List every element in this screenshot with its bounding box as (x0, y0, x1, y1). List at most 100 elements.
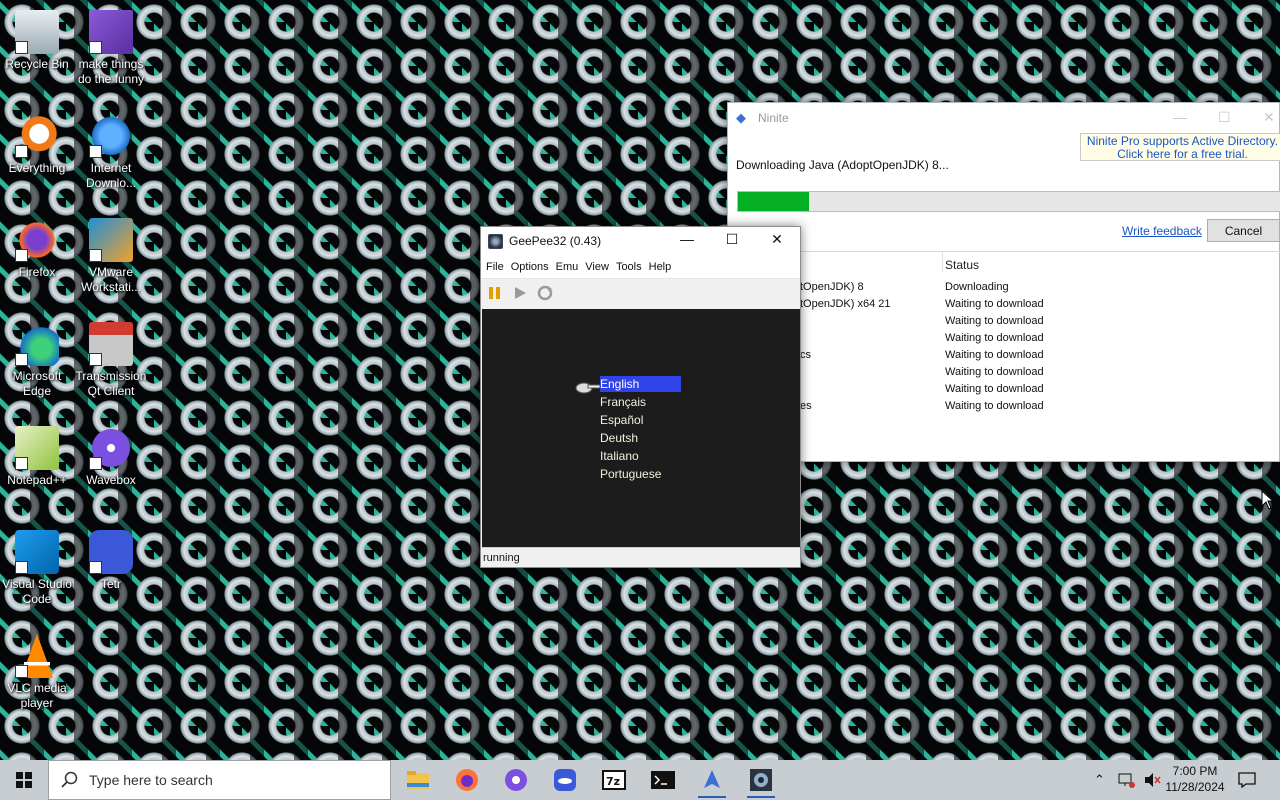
taskbar-geepee32[interactable] (743, 762, 779, 798)
vmware-icon (89, 218, 133, 262)
write-feedback-link[interactable]: Write feedback (1122, 224, 1202, 238)
desktop-icon-firefox[interactable]: Firefox (0, 218, 74, 280)
7zip-icon: 7z (602, 770, 626, 790)
desktop-icon-label: VMware Workstati... (81, 265, 141, 294)
maximize-icon[interactable]: ☐ (1218, 109, 1231, 126)
desktop-icon-everything[interactable]: Everything (0, 114, 74, 176)
language-option-francais[interactable]: Français (600, 394, 720, 410)
desktop-icon-vmware[interactable]: VMware Workstati... (74, 218, 148, 295)
ninite-window[interactable]: ◆ Ninite — ☐ ✕ Ninite Pro supports Activ… (727, 102, 1280, 462)
taskbar-7zip[interactable]: 7z (596, 762, 632, 798)
globe-download-icon (89, 114, 133, 158)
geepee32-window[interactable]: GeePee32 (0.43) — ☐ ✕ File Options Emu V… (480, 226, 801, 568)
ninite-pro-ad[interactable]: Ninite Pro supports Active Directory. Cl… (1080, 133, 1280, 161)
minimize-icon[interactable]: — (672, 231, 702, 247)
download-status-text: Downloading Java (AdoptOpenJDK) 8... (736, 158, 949, 172)
clock-time: 7:00 PM (1172, 764, 1218, 778)
taskbar-file-explorer[interactable] (400, 762, 436, 798)
svg-text:7z: 7z (606, 775, 620, 788)
desktop-icon-vlc[interactable]: VLC media player (0, 634, 74, 711)
taskbar-wavebox[interactable] (498, 762, 534, 798)
desktop-icon-label: Recycle Bin (5, 57, 69, 71)
recycle-bin-icon (15, 10, 59, 54)
language-option-italiano[interactable]: Italiano (600, 448, 720, 464)
desktop-icon-wavebox[interactable]: Wavebox (74, 426, 148, 488)
notification-icon (1238, 772, 1256, 788)
language-option-portuguese[interactable]: Portuguese (600, 466, 720, 482)
desktop-icon-internet-download[interactable]: Internet Downlo... (74, 114, 148, 191)
menu-file[interactable]: File (486, 261, 504, 273)
ninite-titlebar[interactable]: ◆ Ninite (728, 103, 1279, 133)
menu-emu[interactable]: Emu (556, 261, 579, 273)
start-button[interactable] (0, 760, 48, 800)
list-item: Waiting to download (945, 315, 1044, 327)
desktop-icon-tetr[interactable]: Tetr (74, 530, 148, 592)
desktop-icon-label: Tetr (100, 577, 121, 591)
desktop-icon-make-things-do-the-funny[interactable]: make things do the funny (74, 10, 148, 87)
list-item: Waiting to download (945, 332, 1044, 344)
ad-line-2: Click here for a free trial. (1117, 147, 1248, 161)
mouse-cursor-icon (1261, 490, 1273, 510)
vscode-icon (15, 530, 59, 574)
progress-fill (738, 192, 809, 211)
ninite-logo-icon (704, 770, 720, 788)
magnifier-icon (15, 114, 59, 158)
taskbar-firefox[interactable] (449, 762, 485, 798)
menu-options[interactable]: Options (511, 261, 549, 273)
window-title: GeePee32 (0.43) (509, 234, 602, 248)
install-list: Status tOpenJDK) 8 Downloading tOpenJDK) … (736, 251, 1280, 463)
geepee-app-icon (750, 769, 772, 791)
emulator-screen[interactable]: English Français Español Deutsh Italiano… (482, 309, 800, 547)
wavebox-icon (505, 769, 527, 791)
desktop-icon-recycle-bin[interactable]: Recycle Bin (0, 10, 74, 72)
cancel-button[interactable]: Cancel (1207, 219, 1280, 242)
purple-logo-icon (89, 10, 133, 54)
desktop-icon-notepad-plus-plus[interactable]: Notepad++ (0, 426, 74, 488)
menu-help[interactable]: Help (649, 261, 672, 273)
close-icon[interactable]: ✕ (1263, 109, 1275, 126)
status-column-header[interactable]: Status (945, 258, 979, 272)
desktop-icon-label: Everything (8, 161, 66, 175)
desktop-icon-label: Internet Downlo... (85, 161, 137, 190)
list-item: Waiting to download (945, 383, 1044, 395)
language-option-english[interactable]: English (600, 376, 681, 392)
list-item: es Waiting to download (800, 400, 1044, 412)
taskbar-tetr[interactable] (547, 762, 583, 798)
taskbar-clock[interactable]: 7:00 PM 11/28/2024 (1160, 763, 1230, 795)
pointing-hand-icon (575, 382, 600, 394)
reset-button[interactable] (537, 285, 553, 301)
download-progress-bar (737, 191, 1280, 212)
clock-date: 11/28/2024 (1165, 780, 1225, 794)
language-option-espanol[interactable]: Español (600, 412, 720, 428)
geepee-titlebar[interactable]: GeePee32 (0.43) (481, 227, 800, 255)
language-option-deutsh[interactable]: Deutsh (600, 430, 720, 446)
taskbar-search-box[interactable]: Type here to search (48, 760, 391, 800)
menu-tools[interactable]: Tools (616, 261, 642, 273)
pause-button[interactable] (487, 285, 503, 301)
desktop-icon-label: Transmission Qt Client (75, 369, 147, 398)
desktop-icon-transmission[interactable]: Transmission Qt Client (74, 322, 148, 399)
status-bar: running (482, 547, 800, 567)
chevron-up-icon[interactable]: ⌃ (1094, 772, 1105, 788)
desktop-icon-label: Notepad++ (7, 473, 67, 487)
menu-view[interactable]: View (585, 261, 609, 273)
taskbar-ninite[interactable] (694, 762, 730, 798)
desktop-icon-vscode[interactable]: Visual Studio Code (0, 530, 74, 607)
desktop-icon-label: make things do the funny (77, 57, 145, 86)
taskbar-terminal[interactable] (645, 762, 681, 798)
menu-bar: File Options Emu View Tools Help (481, 255, 800, 279)
ninite-logo-icon: ◆ (736, 110, 746, 125)
desktop-icon-microsoft-edge[interactable]: Microsoft Edge (0, 322, 74, 399)
play-icon (515, 287, 526, 299)
close-icon[interactable]: ✕ (762, 231, 792, 248)
desktop-icon-label: Visual Studio Code (2, 577, 72, 606)
transmission-icon (89, 322, 133, 366)
emulator-toolbar (481, 279, 800, 307)
geepee-app-icon (488, 233, 503, 249)
volume-muted-icon[interactable] (1143, 772, 1161, 788)
minimize-icon[interactable]: — (1173, 109, 1187, 125)
maximize-icon[interactable]: ☐ (717, 231, 747, 248)
notification-center-button[interactable] (1238, 760, 1256, 800)
play-button[interactable] (512, 285, 528, 301)
network-icon[interactable] (1117, 772, 1135, 788)
